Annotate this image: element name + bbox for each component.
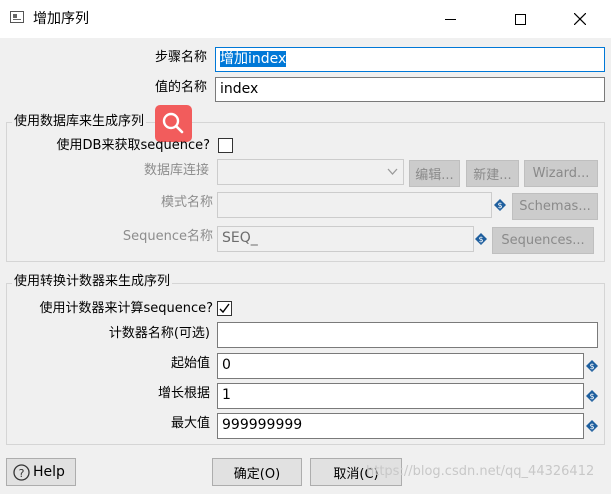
new-connection-button[interactable]: 新建... bbox=[466, 160, 519, 187]
svg-text:$: $ bbox=[478, 235, 483, 244]
edit-connection-button[interactable]: 编辑... bbox=[409, 160, 460, 187]
svg-text:$: $ bbox=[589, 362, 594, 371]
max-value-input[interactable]: 999999999 bbox=[217, 413, 584, 439]
help-label: Help bbox=[33, 464, 65, 480]
watermark: https://blog.csdn.net/qq_44326412 bbox=[366, 464, 595, 479]
counter-group-title: 使用转换计数器来生成序列 bbox=[12, 273, 173, 291]
help-icon: ? bbox=[13, 463, 30, 481]
variable-diamond-icon: $ bbox=[475, 233, 487, 245]
minimize-button[interactable] bbox=[427, 0, 473, 38]
chevron-down-icon bbox=[387, 168, 398, 175]
help-button[interactable]: ? Help bbox=[6, 458, 76, 486]
connection-select[interactable] bbox=[217, 159, 404, 185]
variable-diamond-icon: $ bbox=[494, 199, 506, 211]
start-value-input[interactable]: 0 bbox=[217, 353, 584, 379]
value-name-label: 值的名称 bbox=[154, 80, 207, 95]
svg-text:?: ? bbox=[19, 467, 25, 480]
step-name-input[interactable]: 增加index bbox=[215, 47, 605, 72]
sequence-label: Sequence名称 bbox=[122, 229, 213, 244]
schema-input[interactable] bbox=[217, 192, 492, 218]
increment-input[interactable]: 1 bbox=[217, 383, 584, 409]
variable-diamond-icon: $ bbox=[586, 360, 598, 372]
sequence-input[interactable]: SEQ_ bbox=[217, 226, 474, 252]
schema-label: 模式名称 bbox=[160, 195, 213, 210]
connection-label: 数据库连接 bbox=[143, 163, 209, 178]
maximize-button[interactable] bbox=[497, 0, 543, 38]
checkmark-icon bbox=[219, 303, 230, 314]
counter-name-input[interactable] bbox=[217, 322, 598, 348]
use-counter-label: 使用计数器来计算sequence? bbox=[39, 301, 213, 316]
use-db-checkbox[interactable] bbox=[218, 138, 233, 153]
variable-diamond-icon: $ bbox=[586, 390, 598, 402]
svg-text:$: $ bbox=[589, 392, 594, 401]
use-counter-checkbox[interactable] bbox=[217, 301, 232, 316]
wizard-button[interactable]: Wizard... bbox=[524, 160, 598, 187]
minimize-icon bbox=[444, 18, 456, 20]
variable-diamond-icon: $ bbox=[586, 420, 598, 432]
start-value-label: 起始值 bbox=[170, 356, 210, 371]
sequences-button[interactable]: Sequences... bbox=[492, 227, 594, 254]
use-db-label: 使用DB来获取sequence? bbox=[56, 138, 210, 153]
counter-name-label: 计数器名称(可选) bbox=[108, 326, 210, 341]
max-value-label: 最大值 bbox=[170, 416, 210, 431]
title-bar: 增加序列 bbox=[0, 0, 611, 38]
maximize-icon bbox=[514, 13, 526, 25]
svg-text:$: $ bbox=[589, 422, 594, 431]
close-button[interactable] bbox=[557, 0, 603, 38]
close-icon bbox=[574, 13, 586, 25]
schemas-button[interactable]: Schemas... bbox=[512, 193, 598, 220]
increment-label: 增长根据 bbox=[157, 386, 210, 401]
ok-button[interactable]: 确定(O) bbox=[212, 458, 302, 486]
svg-text:$: $ bbox=[497, 201, 502, 210]
step-name-value: 增加index bbox=[220, 51, 287, 67]
dialog-icon bbox=[10, 11, 24, 23]
window-title: 增加序列 bbox=[33, 11, 89, 27]
db-group-title: 使用数据库来生成序列 bbox=[12, 113, 147, 131]
step-name-label: 步骤名称 bbox=[154, 50, 207, 65]
value-name-input[interactable]: index bbox=[215, 77, 605, 102]
